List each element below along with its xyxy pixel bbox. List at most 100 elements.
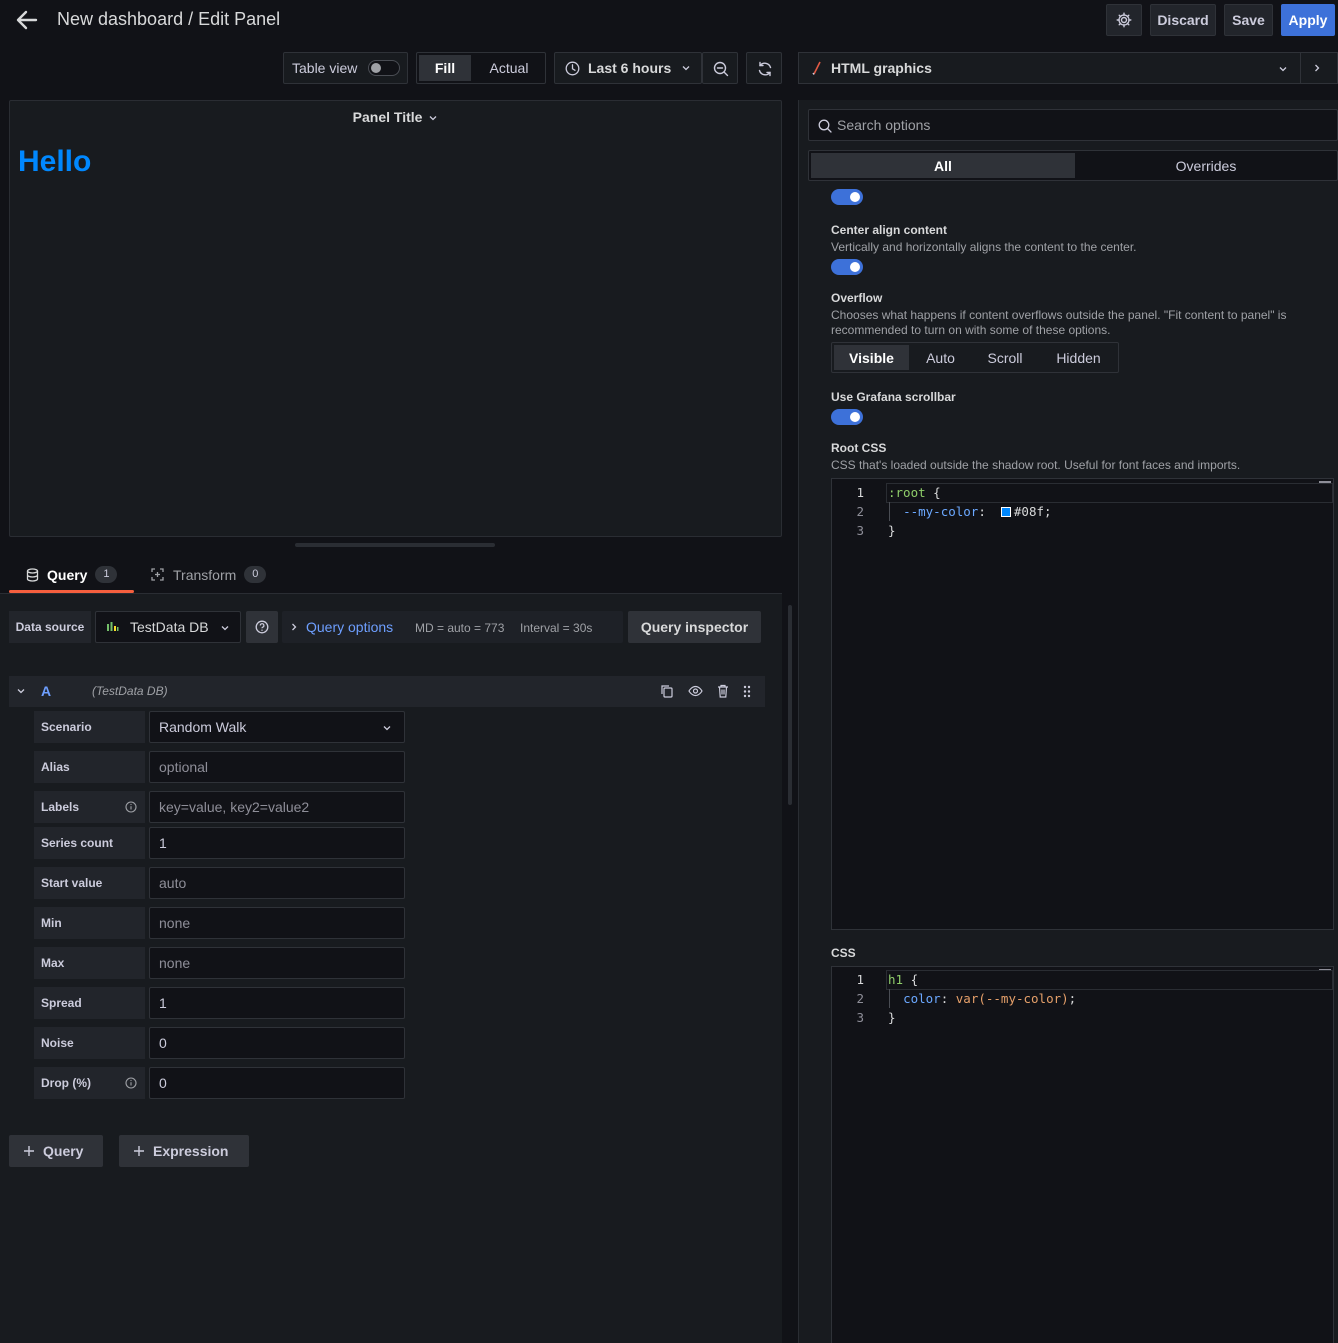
field-input[interactable]: 0 [149,1067,405,1099]
code-property: color [903,991,941,1006]
field-label-text: Scenario [41,720,92,734]
overflow-option-hidden[interactable]: Hidden [1042,345,1115,370]
query-options-bar[interactable]: Query options MD = auto = 773 Interval =… [282,611,623,643]
plus-icon [133,1145,145,1157]
center-align-toggle[interactable] [831,259,863,275]
overflow-option-visible[interactable]: Visible [834,345,909,370]
fit-content-toggle[interactable] [831,189,863,205]
datasource-picker[interactable]: TestData DB [95,611,241,643]
page-title: New dashboard / Edit Panel [57,9,281,29]
field-value: 0 [159,1035,167,1051]
info-circle-icon[interactable] [125,1077,137,1089]
field-label-text: Start value [41,876,103,890]
plus-icon [23,1145,35,1157]
apply-button[interactable]: Apply [1281,4,1335,36]
table-view-switch[interactable] [368,60,400,76]
search-options-input[interactable]: Search options [808,109,1338,141]
collapse-chevron-icon[interactable] [16,687,26,695]
drag-handle-icon[interactable] [743,685,751,698]
field-value: Random Walk [159,719,247,735]
line-number: 1 [856,972,864,987]
eye-icon[interactable] [688,685,703,697]
refresh-icon [757,61,773,77]
chevron-down-icon [428,114,438,122]
code-value: var(--my-color) [955,991,1069,1006]
center-align-description: Vertically and horizontally aligns the c… [831,240,1137,254]
database-icon [26,567,39,582]
field-label: Series count [34,827,145,859]
zoom-out-button[interactable] [702,52,738,84]
field-label: Scenario [34,711,145,743]
refresh-button[interactable] [746,52,782,84]
tab-query[interactable]: Query 1 [26,566,118,583]
info-circle-icon[interactable] [125,801,137,813]
query-scrollbar[interactable] [788,605,792,805]
clipped-toggle-container [831,181,865,207]
field-input[interactable]: key=value, key2=value2 [149,791,405,823]
scenario-select[interactable]: Random Walk [149,711,405,743]
field-label: Alias [34,751,145,783]
field-placeholder: none [159,915,191,931]
table-view-toggle[interactable]: Table view [283,52,408,84]
add-expression-label: Expression [153,1143,229,1159]
field-placeholder: none [159,955,191,971]
field-label-text: Drop (%) [41,1076,91,1090]
panel-title-text: Panel Title [352,109,423,125]
duplicate-icon[interactable] [660,684,674,698]
root-css-editor[interactable]: 1 :root { 2 --my-color: #08f; 3 } [831,478,1334,930]
query-ref-id[interactable]: A [41,683,51,699]
options-tabs: All Overrides [808,150,1338,181]
line-number: 2 [856,991,864,1006]
field-label: Spread [34,987,145,1019]
chevron-right-icon[interactable] [1313,63,1321,73]
panel-preview: Panel Title Hello [9,100,782,537]
tab-overrides[interactable]: Overrides [1075,153,1337,178]
code-brace: { [903,972,919,987]
back-arrow-icon[interactable] [14,8,40,32]
field-input[interactable]: optional [149,751,405,783]
field-input[interactable]: 0 [149,1027,405,1059]
max-data-points-text: MD = auto = 773 [415,621,505,635]
field-value: 1 [159,835,167,851]
field-label-text: Series count [41,836,114,850]
tab-transform[interactable]: Transform 0 [150,566,267,583]
field-label-text: Max [41,956,65,970]
field-input[interactable]: none [149,907,405,939]
chevron-right-icon [290,622,298,632]
field-label-text: Min [41,916,62,930]
chevron-down-icon [681,64,691,72]
transform-icon [150,567,165,582]
add-expression-button[interactable]: Expression [119,1135,249,1167]
grafana-scrollbar-toggle[interactable] [831,409,863,425]
trash-icon[interactable] [717,684,729,698]
pane-resize-handle[interactable] [295,543,495,547]
code-brace: } [888,523,896,538]
field-input[interactable]: none [149,947,405,979]
interval-text: Interval = 30s [520,621,593,635]
add-query-button[interactable]: Query [9,1135,103,1167]
actual-option[interactable]: Actual [477,55,541,81]
field-input[interactable]: 1 [149,987,405,1019]
time-range-picker[interactable]: Last 6 hours [554,52,702,84]
overflow-option-auto[interactable]: Auto [912,345,969,370]
overflow-option-scroll[interactable]: Scroll [972,345,1038,370]
query-count-badge: 1 [95,566,118,583]
tab-transform-label: Transform [173,566,237,583]
field-input[interactable]: 1 [149,827,405,859]
css-editor[interactable]: 1 h1 { 2 color: var(--my-color); 3 } [831,966,1334,1343]
query-inspector-button[interactable]: Query inspector [628,611,761,643]
save-button[interactable]: Save [1224,4,1273,36]
visualization-picker[interactable]: HTML graphics [798,52,1338,84]
datasource-help-button[interactable] [246,611,278,643]
fill-option[interactable]: Fill [419,55,471,81]
query-options-link[interactable]: Query options [306,619,393,635]
code-value: #08f [1013,504,1045,519]
color-swatch[interactable] [1000,507,1011,517]
field-label: Max [34,947,145,979]
discard-button[interactable]: Discard [1150,4,1216,36]
tab-all[interactable]: All [811,153,1075,178]
panel-title[interactable]: Panel Title [10,109,781,125]
settings-button[interactable] [1106,4,1142,36]
field-label-text: Alias [41,760,70,774]
field-input[interactable]: auto [149,867,405,899]
